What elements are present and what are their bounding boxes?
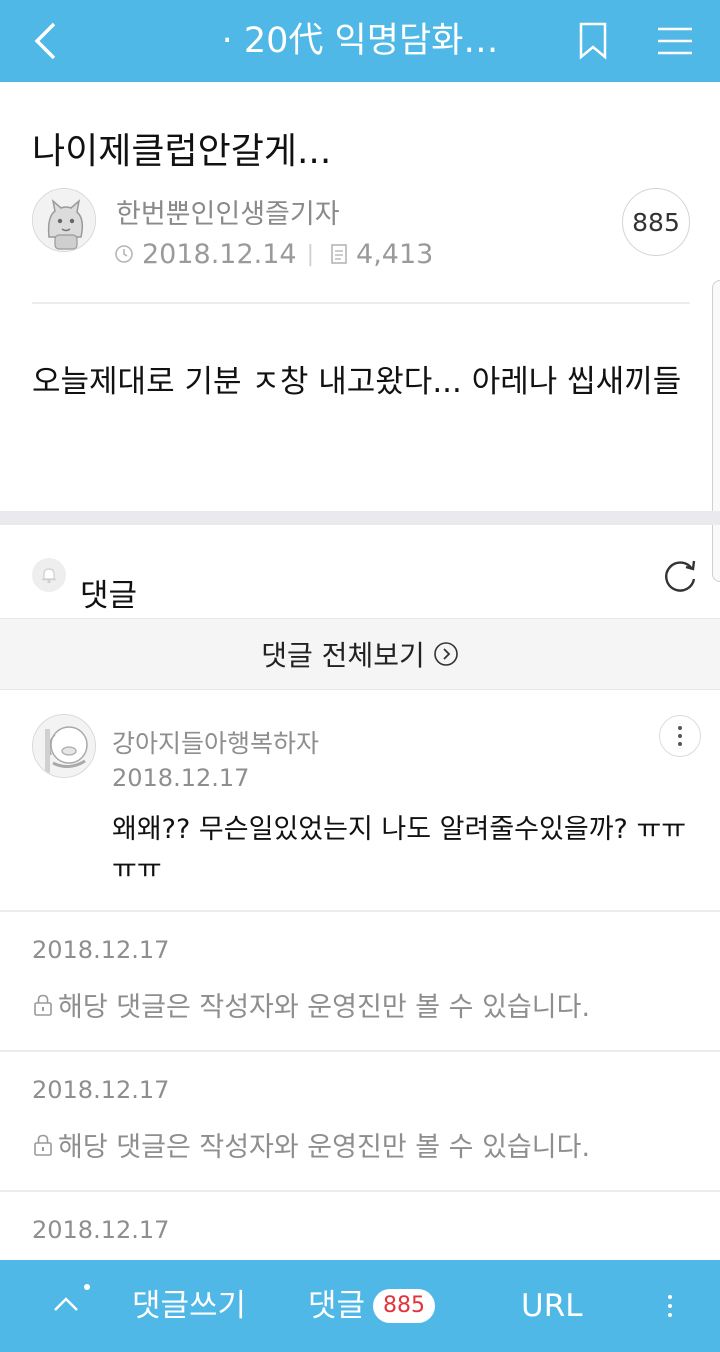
comment-date: 2018.12.17 <box>112 764 250 792</box>
locked-comment: 해당 댓글은 작성자와 운영진만 볼 수 있습니다. <box>32 1125 590 1164</box>
post-author[interactable]: 한번뿐인인생즐기자 <box>116 192 340 231</box>
bookmark-icon <box>579 22 607 60</box>
refresh-button[interactable] <box>660 556 700 596</box>
comment-more-button[interactable] <box>659 715 701 757</box>
hamburger-icon <box>658 27 692 55</box>
lock-icon <box>32 1133 54 1157</box>
post-title: 나이제클럽안갈게... <box>32 131 332 172</box>
clock-icon <box>114 244 134 264</box>
commenter-avatar[interactable] <box>32 714 96 778</box>
notification-button[interactable] <box>32 558 66 592</box>
scroll-top-button[interactable] <box>46 1284 86 1324</box>
comment-count-badge[interactable]: 885 <box>622 188 690 256</box>
bottom-action-bar: 댓글쓰기 댓글 885 URL <box>0 1260 720 1352</box>
locked-comment: 해당 댓글은 작성자와 운영진만 볼 수 있습니다. <box>32 985 590 1024</box>
comment-divider <box>0 1050 720 1052</box>
comment-date: 2018.12.17 <box>32 1076 170 1104</box>
chevron-up-icon <box>54 1297 78 1311</box>
locked-comment-text: 해당 댓글은 작성자와 운영진만 볼 수 있습니다. <box>58 1132 591 1163</box>
chevron-right-circle-icon <box>433 641 459 667</box>
puppy-avatar-icon <box>33 715 95 777</box>
bookmark-button[interactable] <box>570 18 616 64</box>
comments-button-label: 댓글 <box>308 1288 366 1324</box>
comment-date: 2018.12.17 <box>32 1216 170 1244</box>
more-options-button[interactable] <box>652 1286 688 1326</box>
post-date: 2018.12.14 <box>142 238 297 270</box>
post-views: 4,413 <box>356 238 434 270</box>
meta-divider: | <box>306 241 315 267</box>
url-button[interactable]: URL <box>521 1260 583 1352</box>
cat-avatar-icon <box>33 189 95 251</box>
comment-text: 왜왜?? 무슨일있었는지 나도 알려줄수있을까? ㅠㅠㅠㅠ <box>112 814 687 885</box>
comments-button[interactable]: 댓글 885 <box>308 1260 436 1352</box>
header-divider <box>32 302 690 304</box>
menu-button[interactable] <box>652 18 698 64</box>
author-avatar[interactable] <box>32 188 96 252</box>
back-button[interactable] <box>22 18 68 64</box>
write-comment-button[interactable]: 댓글쓰기 <box>132 1260 246 1352</box>
section-separator <box>0 511 720 525</box>
comment-author[interactable]: 강아지들아행복하자 <box>112 724 319 760</box>
top-app-bar: · 20代 익명담화… <box>0 0 720 82</box>
chevron-left-icon <box>34 22 56 60</box>
view-all-comments-button[interactable]: 댓글 전체보기 <box>0 618 720 690</box>
bell-icon <box>42 568 56 584</box>
comment-date: 2018.12.17 <box>32 936 170 964</box>
comment-divider <box>0 1190 720 1192</box>
new-indicator-dot <box>84 1284 90 1290</box>
comment-divider <box>0 910 720 912</box>
lock-icon <box>32 993 54 1017</box>
comments-section-title: 댓글 <box>80 578 138 614</box>
post-meta: 2018.12.14 | 4,413 <box>114 236 433 272</box>
board-title[interactable]: · 20代 익명담화… <box>150 0 570 82</box>
comments-count-badge: 885 <box>373 1289 436 1323</box>
document-icon <box>330 244 348 264</box>
scroll-indicator[interactable] <box>712 280 720 582</box>
locked-comment-text: 해당 댓글은 작성자와 운영진만 볼 수 있습니다. <box>58 992 591 1023</box>
view-all-label: 댓글 전체보기 <box>261 639 425 672</box>
post-body: 오늘제대로 기분 ㅈ창 내고왔다... 아레나 씹새끼들 <box>32 364 682 400</box>
refresh-icon <box>665 560 696 592</box>
